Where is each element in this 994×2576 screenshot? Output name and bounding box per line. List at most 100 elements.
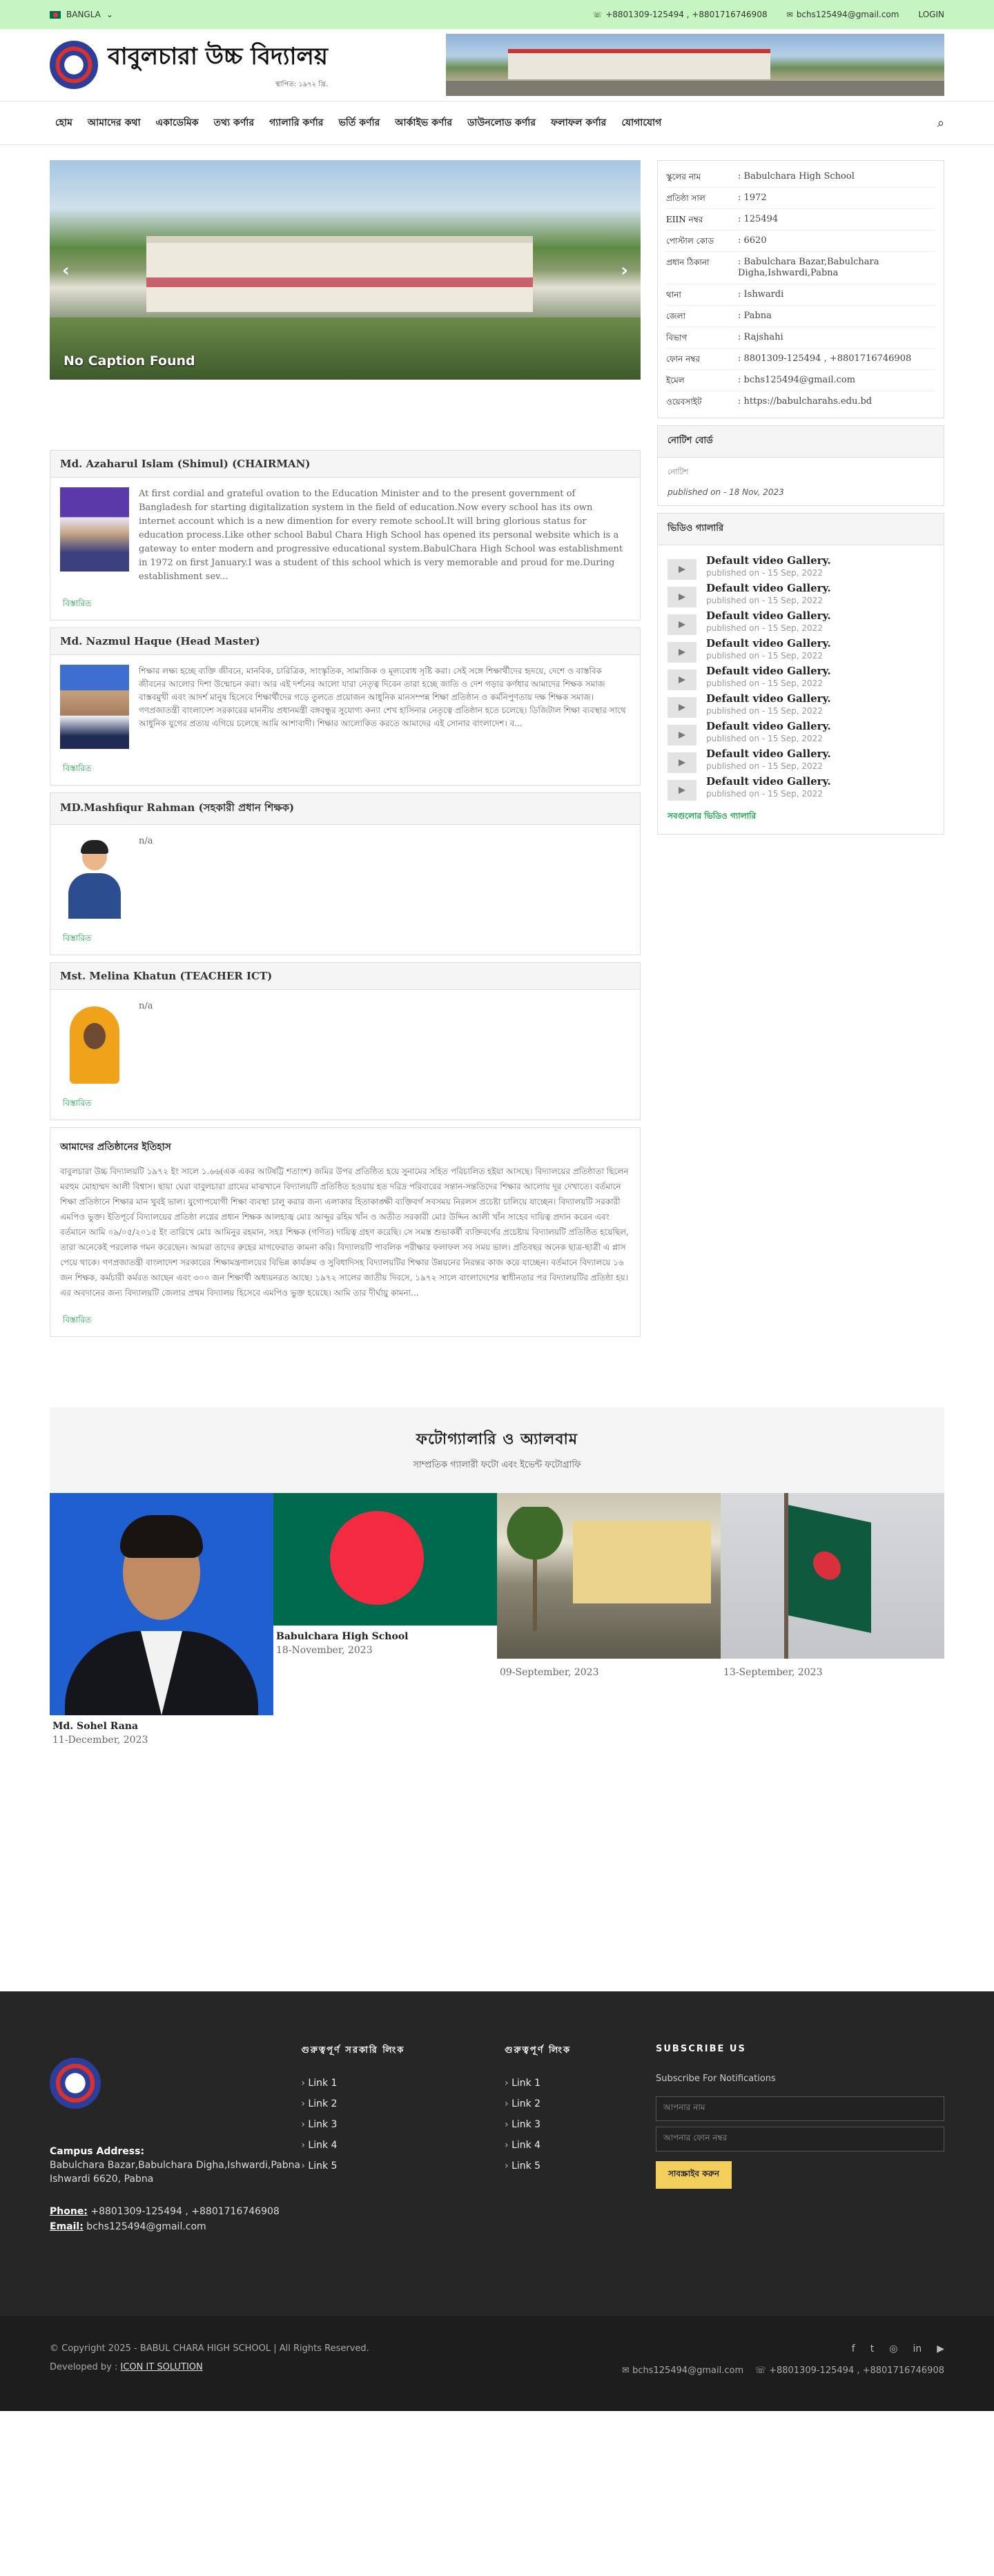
photo-gallery: ফটোগ্যালারি ও অ্যালবাম সাম্প্রতিক গ্যালা… [0, 1407, 994, 1746]
language-selector[interactable]: BANGLA ⌄ [50, 10, 113, 19]
subscribe-text: Subscribe For Notifications [656, 2074, 776, 2084]
video-item[interactable]: Default video Gallery. published on - 15 … [667, 636, 934, 663]
all-videos-link[interactable]: সবগুলোর ভিডিও গ্যালারি [667, 810, 934, 824]
notice-board: নোটিশ বোর্ড নোটিশ published on - 18 Nov,… [657, 425, 944, 506]
developer-link[interactable]: ICON IT SOLUTION [121, 2362, 203, 2372]
info-key: স্কুলের নাম [666, 172, 701, 182]
play-icon [667, 587, 696, 607]
gov-link[interactable]: Link 4 [301, 2140, 505, 2151]
info-value[interactable]: https://babulcharahs.edu.bd [738, 396, 873, 407]
topbar-phone[interactable]: ☏ +8801309-125494 , +8801716746908 [592, 10, 767, 19]
video-item[interactable]: Default video Gallery. published on - 15 … [667, 664, 934, 690]
gallery-item[interactable]: 13-September, 2023 [721, 1493, 944, 1746]
read-more-link[interactable]: বিস্তারিত [60, 598, 91, 612]
phone-icon: ☏ [592, 10, 603, 19]
brand[interactable]: বাবুলচারা উচ্চ বিদ্যালয় স্থাপিত: ১৯৭২ খ… [50, 39, 328, 91]
message-text: শিক্ষার লক্ষ্য হচ্ছে ব্যক্তি জীবনে, মানব… [139, 666, 626, 728]
instagram-icon[interactable]: ◎ [889, 2343, 897, 2354]
notice-title[interactable]: নোটিশ [667, 466, 934, 479]
history-panel: আমাদের প্রতিষ্ঠানের ইতিহাস বাবুলচারা উচ্… [50, 1127, 641, 1337]
video-item[interactable]: Default video Gallery. published on - 15 … [667, 692, 934, 718]
gallery-item[interactable]: Md. Sohel Rana 11-December, 2023 [50, 1493, 273, 1746]
play-icon [667, 780, 696, 801]
gov-link[interactable]: Link 5 [301, 2160, 505, 2172]
gallery-item-name: Babulchara High School [276, 1631, 409, 1642]
gallery-item[interactable]: Babulchara High School 18-November, 2023 [273, 1493, 497, 1746]
nav-item-gallery[interactable]: গ্যালারি কর্ণার [262, 115, 331, 131]
nav-item-about[interactable]: আমাদের কথা [80, 115, 148, 131]
campus-address: Babulchara Bazar,Babulchara Digha,Ishwar… [50, 2160, 301, 2185]
video-date: published on - 15 Sep, 2022 [706, 679, 823, 688]
subscribe-phone-input[interactable]: আপনার ফোন নম্বর [656, 2127, 944, 2151]
read-more-link[interactable]: বিস্তারিত [60, 763, 91, 777]
important-link[interactable]: Link 5 [505, 2160, 656, 2172]
gov-link[interactable]: Link 2 [301, 2098, 505, 2109]
linkedin-icon[interactable]: in [913, 2343, 922, 2354]
topbar-email[interactable]: ✉ bchs125494@gmail.com [787, 10, 899, 19]
gov-link[interactable]: Link 1 [301, 2078, 505, 2089]
site-header: বাবুলচারা উচ্চ বিদ্যালয় স্থাপিত: ১৯৭২ খ… [0, 29, 994, 101]
nav-item-admission[interactable]: ভর্তি কর্ণার [331, 115, 387, 131]
footer-phone[interactable]: +8801309-125494 , +8801716746908 [90, 2206, 279, 2217]
history-text: বাবুলচারা উচ্চ বিদ্যালয়টি ১৯৭২ ইং সালে … [60, 1167, 629, 1298]
info-key: বিভাগ [666, 333, 688, 342]
important-link[interactable]: Link 1 [505, 2078, 656, 2089]
message-title: Mst. Melina Khatun (TEACHER ICT) [50, 963, 640, 990]
nav-item-download[interactable]: ডাউনলোড কর্ণার [460, 115, 543, 131]
read-more-link[interactable]: বিস্তারিত [60, 1097, 91, 1111]
gallery-item[interactable]: 09-September, 2023 [497, 1493, 721, 1746]
search-icon[interactable]: ⌕ [937, 116, 944, 130]
gallery-photo [273, 1493, 497, 1626]
gov-link[interactable]: Link 3 [301, 2119, 505, 2130]
video-item[interactable]: Default video Gallery. published on - 15 … [667, 747, 934, 773]
login-link[interactable]: LOGIN [918, 10, 944, 19]
slider-prev-icon[interactable]: ‹ [62, 260, 70, 281]
video-item[interactable]: Default video Gallery. published on - 15 … [667, 719, 934, 745]
important-link[interactable]: Link 4 [505, 2140, 656, 2151]
gallery-item-date: 09-September, 2023 [500, 1667, 599, 1678]
email-icon: ✉ [622, 2365, 630, 2376]
info-value: 125494 [738, 214, 779, 225]
subscribe-name-input[interactable]: আপনার নাম [656, 2096, 944, 2121]
nav-item-contact[interactable]: যোগাযোগ [614, 115, 669, 131]
message-text: n/a [139, 1001, 153, 1011]
school-info-table: স্কুলের নাম Babulchara High School প্রতিষ… [657, 160, 944, 418]
footer-email[interactable]: bchs125494@gmail.com [86, 2221, 206, 2232]
important-links-heading: গুরুত্বপূর্ণ লিংক [505, 2045, 572, 2056]
twitter-icon[interactable]: t [870, 2343, 875, 2354]
info-value: 8801309-125494 , +8801716746908 [738, 353, 912, 364]
info-key: জেলা [666, 311, 686, 321]
video-gallery-title: ভিডিও গ্যালারি [658, 514, 944, 545]
play-icon [667, 642, 696, 663]
video-item[interactable]: Default video Gallery. published on - 15 … [667, 609, 934, 635]
read-more-link[interactable]: বিস্তারিত [60, 1314, 91, 1328]
read-more-link[interactable]: বিস্তারিত [60, 933, 91, 946]
important-link[interactable]: Link 2 [505, 2098, 656, 2109]
copyright-text: © Copyright 2025 - BABUL CHARA HIGH SCHO… [50, 2343, 369, 2354]
slider-next-icon[interactable]: › [621, 260, 628, 281]
nav-item-home[interactable]: হোম [50, 115, 80, 131]
facebook-icon[interactable]: f [852, 2343, 855, 2354]
notice-board-title: নোটিশ বোর্ড [658, 426, 944, 458]
video-item[interactable]: Default video Gallery. published on - 15 … [667, 554, 934, 580]
video-item[interactable]: Default video Gallery. published on - 15 … [667, 774, 934, 801]
message-panel-headmaster: Md. Nazmul Haque (Head Master) শিক্ষার ল… [50, 627, 641, 786]
play-icon [667, 752, 696, 773]
nav-item-info[interactable]: তথ্য কর্ণার [206, 115, 262, 131]
video-title: Default video Gallery. [706, 775, 831, 788]
nav-item-result[interactable]: ফলাফল কর্ণার [543, 115, 614, 131]
nav-item-academic[interactable]: একাডেমিক [148, 115, 206, 131]
nav-item-archive[interactable]: আর্কাইভ কর্ণার [387, 115, 460, 131]
video-item[interactable]: Default video Gallery. published on - 15 … [667, 581, 934, 607]
top-bar: BANGLA ⌄ ☏ +8801309-125494 , +88017167469… [0, 0, 994, 29]
video-date: published on - 15 Sep, 2022 [706, 596, 823, 605]
video-gallery: ভিডিও গ্যালারি Default video Gallery. pub… [657, 513, 944, 835]
bottom-email[interactable]: bchs125494@gmail.com [632, 2365, 743, 2376]
bottom-phone[interactable]: +8801309-125494 , +8801716746908 [769, 2365, 944, 2376]
email-label: Email: [50, 2221, 84, 2232]
important-link[interactable]: Link 3 [505, 2119, 656, 2130]
subscribe-button[interactable]: সাবস্ক্রাইব করুন [656, 2161, 732, 2189]
hero-slider: No Caption Found ‹ › [50, 160, 641, 380]
youtube-icon[interactable]: ▶ [937, 2343, 944, 2354]
message-panel-ict-teacher: Mst. Melina Khatun (TEACHER ICT) n/a বিস… [50, 962, 641, 1120]
